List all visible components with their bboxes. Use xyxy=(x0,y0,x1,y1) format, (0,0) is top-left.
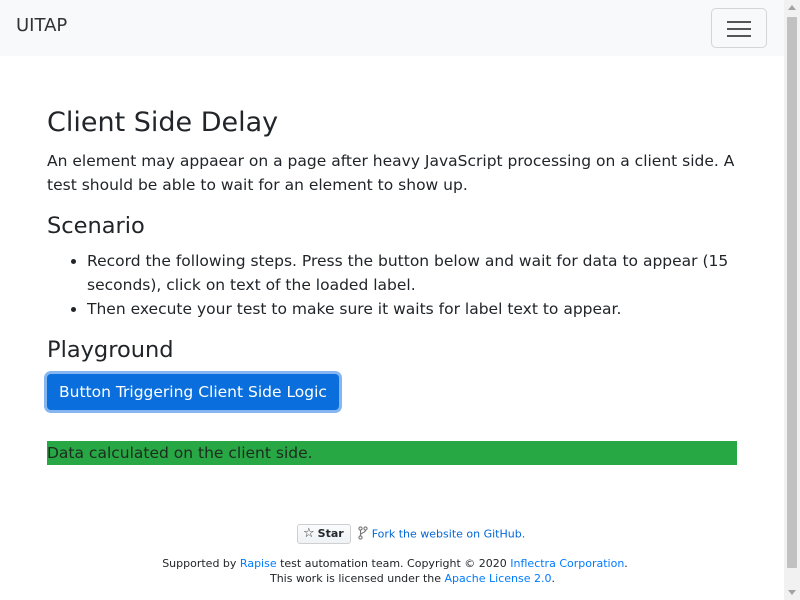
page-title: Client Side Delay xyxy=(47,107,279,138)
github-star-button[interactable]: ☆ Star xyxy=(297,524,351,544)
intro-text: An element may appaear on a page after h… xyxy=(47,152,735,194)
support-middle: test automation team. Copyright © 2020 xyxy=(276,557,511,570)
inflectra-link[interactable]: Inflectra Corporation xyxy=(510,557,624,570)
fork-icon xyxy=(358,525,368,543)
navbar: UITAP xyxy=(0,0,784,56)
star-label: Star xyxy=(317,527,344,540)
github-line: ☆ Star Fork the website on GitHub. xyxy=(297,524,525,546)
license-prefix: This work is licensed under the xyxy=(269,572,445,585)
client-data-label[interactable]: Data calculated on the client side. xyxy=(47,441,737,465)
support-suffix: . xyxy=(624,557,628,570)
scenario-heading: Scenario xyxy=(47,213,145,239)
star-icon: ☆ xyxy=(303,526,315,541)
scrollbar-thumb[interactable] xyxy=(787,17,797,568)
vertical-scrollbar[interactable] xyxy=(784,0,800,600)
support-prefix: Supported by xyxy=(162,557,240,570)
scroll-down-arrow-icon[interactable] xyxy=(788,590,796,595)
scenario-steps: Record the following steps. Press the bu… xyxy=(47,249,747,321)
support-line: Supported by Rapise test automation team… xyxy=(0,556,790,571)
license-line: This work is licensed under the Apache L… xyxy=(0,571,800,586)
license-suffix: . xyxy=(551,572,556,585)
github-fork-link[interactable]: Fork the website on GitHub xyxy=(372,528,522,541)
apache-license-link[interactable]: Apache License 2.0 xyxy=(445,572,552,585)
list-item: Then execute your test to make sure it w… xyxy=(87,297,747,321)
fork-suffix: . xyxy=(521,527,526,541)
navbar-toggle-button[interactable] xyxy=(711,8,767,48)
playground-heading: Playground xyxy=(47,337,174,363)
trigger-client-logic-button[interactable]: Button Triggering Client Side Logic xyxy=(47,374,339,410)
brand-link[interactable]: UITAP xyxy=(16,15,67,36)
scroll-up-arrow-icon[interactable] xyxy=(788,5,796,10)
rapise-link[interactable]: Rapise xyxy=(240,557,277,570)
list-item: Record the following steps. Press the bu… xyxy=(87,249,747,297)
